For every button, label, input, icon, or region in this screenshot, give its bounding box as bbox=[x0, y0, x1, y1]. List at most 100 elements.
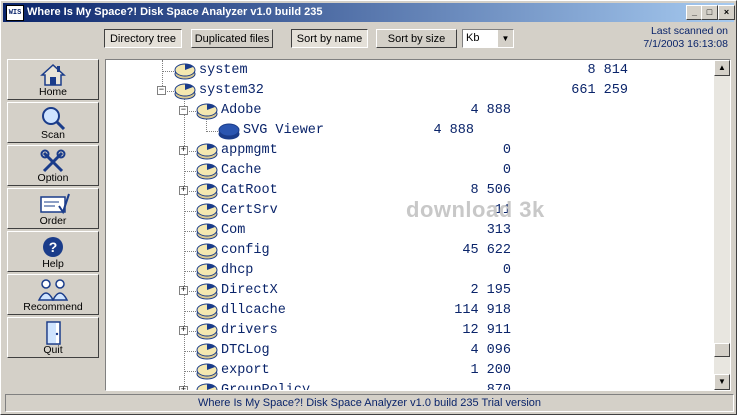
status-bar: Where Is My Space?! Disk Space Analyzer … bbox=[5, 394, 734, 412]
folder-disk-icon bbox=[196, 223, 218, 240]
folder-disk-icon bbox=[196, 363, 218, 380]
tree-item-name: system bbox=[199, 63, 248, 78]
unit-select[interactable]: Kb ▼ bbox=[462, 29, 514, 48]
tree-guide-line bbox=[184, 371, 196, 372]
sort-by-name-button[interactable]: Sort by name bbox=[291, 29, 368, 48]
folder-disk-icon bbox=[196, 383, 218, 390]
folder-disk-icon bbox=[218, 123, 240, 140]
expand-icon[interactable]: + bbox=[179, 326, 188, 335]
maximize-button[interactable]: □ bbox=[701, 5, 718, 20]
sort-by-size-button[interactable]: Sort by size bbox=[376, 29, 457, 48]
folder-disk-icon bbox=[174, 63, 196, 80]
tree-row[interactable]: dhcp 0 bbox=[106, 261, 706, 281]
tree-row[interactable]: + appmgmt 0 bbox=[106, 141, 706, 161]
chevron-down-icon[interactable]: ▼ bbox=[497, 30, 513, 47]
sidebar-item-home[interactable]: Home bbox=[7, 59, 99, 100]
folder-disk-icon bbox=[174, 83, 196, 100]
tree-row[interactable]: system 8 814 bbox=[106, 61, 706, 81]
tree-row[interactable]: DTCLog 4 096 bbox=[106, 341, 706, 361]
tree-row[interactable]: − Adobe 4 888 bbox=[106, 101, 706, 121]
sidebar-item-option[interactable]: Option bbox=[7, 145, 99, 186]
expand-icon[interactable]: + bbox=[179, 186, 188, 195]
tree-row[interactable]: dllcache 114 918 bbox=[106, 301, 706, 321]
close-button[interactable]: × bbox=[718, 5, 735, 20]
people-icon bbox=[37, 279, 69, 301]
tree-item-size: 8 506 bbox=[470, 183, 511, 198]
tree-row[interactable]: − system32 661 259 bbox=[106, 81, 706, 101]
sidebar-item-quit[interactable]: Quit bbox=[7, 317, 99, 358]
sidebar-item-help[interactable]: ? Help bbox=[7, 231, 99, 272]
tree-guide-line bbox=[206, 131, 218, 132]
house-icon bbox=[40, 63, 66, 86]
sidebar-item-label: Scan bbox=[41, 129, 65, 141]
expand-icon[interactable]: + bbox=[179, 386, 188, 390]
tree-item-name: dllcache bbox=[221, 303, 286, 318]
sidebar-item-label: Option bbox=[37, 172, 69, 184]
collapse-icon[interactable]: − bbox=[157, 86, 166, 95]
sidebar-item-label: Order bbox=[39, 215, 67, 227]
folder-disk-icon bbox=[196, 343, 218, 360]
last-scanned-label: Last scanned on bbox=[650, 25, 728, 37]
tree-guide-line bbox=[184, 251, 196, 252]
magnifier-icon bbox=[42, 107, 66, 130]
tree-item-name: Cache bbox=[221, 163, 262, 178]
expand-icon[interactable]: + bbox=[179, 286, 188, 295]
tree-row[interactable]: SVG Viewer 4 888 bbox=[106, 121, 706, 141]
folder-disk-icon bbox=[196, 203, 218, 220]
watermark-text: download 3k bbox=[406, 197, 545, 222]
tree-item-name: DirectX bbox=[221, 283, 278, 298]
tools-icon bbox=[40, 149, 66, 173]
folder-disk-icon bbox=[196, 263, 218, 280]
tree-item-size: 2 195 bbox=[470, 283, 511, 298]
tree-item-name: export bbox=[221, 363, 270, 378]
duplicated-files-button[interactable]: Duplicated files bbox=[191, 29, 273, 48]
scroll-up-arrow-icon[interactable]: ▲ bbox=[714, 60, 730, 76]
scroll-thumb[interactable] bbox=[714, 343, 730, 357]
directory-tree-button[interactable]: Directory tree bbox=[104, 29, 182, 48]
folder-disk-icon bbox=[196, 283, 218, 300]
tree-guide-line bbox=[184, 231, 196, 232]
tree-row[interactable]: Com 313 bbox=[106, 221, 706, 241]
scroll-down-arrow-icon[interactable]: ▼ bbox=[714, 374, 730, 390]
tree-guide-line bbox=[184, 351, 196, 352]
tree-item-size: 661 259 bbox=[571, 83, 628, 98]
tree-item-name: drivers bbox=[221, 323, 278, 338]
collapse-icon[interactable]: − bbox=[179, 106, 188, 115]
tree-item-size: 4 888 bbox=[433, 123, 474, 138]
tree-item-size: 0 bbox=[502, 263, 511, 278]
tree-row[interactable]: + DirectX 2 195 bbox=[106, 281, 706, 301]
sidebar-item-order[interactable]: Order bbox=[7, 188, 99, 229]
sidebar-item-scan[interactable]: Scan bbox=[7, 102, 99, 143]
last-scanned-info: Last scanned on 7/1/2003 16:13:08 bbox=[643, 25, 728, 51]
folder-disk-icon bbox=[196, 323, 218, 340]
tree-item-name: CertSrv bbox=[221, 203, 278, 218]
tree-guide-line bbox=[162, 71, 174, 72]
tree-guide-line bbox=[184, 171, 196, 172]
sidebar: Home Scan Option Order ? Help Recommend … bbox=[5, 58, 100, 390]
tree-guide-line bbox=[184, 311, 196, 312]
tree-item-size: 4 096 bbox=[470, 343, 511, 358]
tree-row[interactable]: export 1 200 bbox=[106, 361, 706, 381]
folder-disk-icon bbox=[196, 143, 218, 160]
tree-row[interactable]: + GroupPolicy 870 bbox=[106, 381, 706, 390]
tree-row[interactable]: Cache 0 bbox=[106, 161, 706, 181]
tree-item-name: Com bbox=[221, 223, 246, 238]
folder-disk-icon bbox=[196, 103, 218, 120]
last-scanned-date: 7/1/2003 16:13:08 bbox=[643, 38, 728, 50]
vertical-scrollbar[interactable]: ▲ ▼ bbox=[714, 60, 730, 390]
folder-disk-icon bbox=[196, 243, 218, 260]
tree-item-size: 1 200 bbox=[470, 363, 511, 378]
tree-row[interactable]: config 45 622 bbox=[106, 241, 706, 261]
unit-select-value: Kb bbox=[466, 32, 480, 44]
folder-disk-icon bbox=[196, 183, 218, 200]
directory-tree[interactable]: system 8 814− system32 661 259− Adobe 4 888 SV… bbox=[105, 59, 731, 391]
tree-item-size: 12 911 bbox=[462, 323, 511, 338]
sidebar-item-label: Recommend bbox=[23, 301, 83, 313]
expand-icon[interactable]: + bbox=[179, 146, 188, 155]
tree-item-name: config bbox=[221, 243, 270, 258]
toolbar: Directory tree Duplicated files Sort by … bbox=[5, 24, 734, 56]
title-bar[interactable]: WIS Where Is My Space?! Disk Space Analy… bbox=[3, 3, 735, 22]
tree-row[interactable]: + drivers 12 911 bbox=[106, 321, 706, 341]
sidebar-item-recommend[interactable]: Recommend bbox=[7, 274, 99, 315]
question-icon: ? bbox=[43, 237, 63, 257]
